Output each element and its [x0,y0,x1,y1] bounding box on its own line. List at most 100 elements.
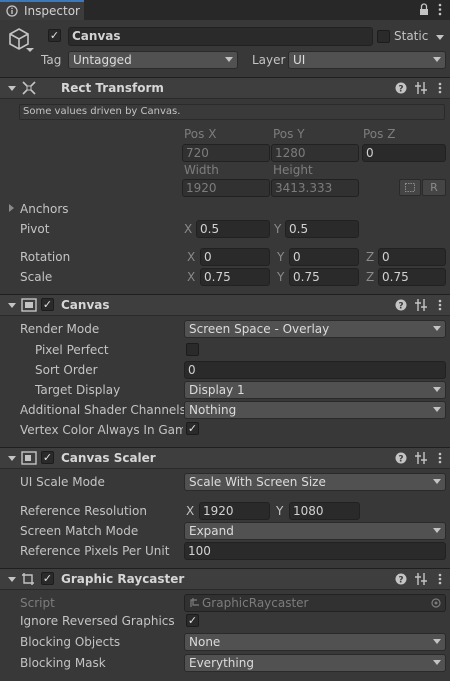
help-icon[interactable]: ? [395,452,407,464]
foldout-arrow-icon[interactable] [8,86,16,91]
raycaster-enabled-checkbox[interactable]: ✓ [41,572,54,585]
layer-label: Layer [252,53,286,67]
presets-icon[interactable] [415,82,427,94]
scale-x-field[interactable]: 0.75 [200,268,270,286]
pos-z-label: Pos Z [363,127,396,141]
script-field[interactable]: GraphicRaycaster [184,594,446,612]
layer-dropdown[interactable]: UI [288,51,446,69]
help-icon[interactable]: ? [395,573,407,585]
scale-x-axis: X [187,270,196,284]
tag-label: Tag [41,53,62,67]
rotation-z-field[interactable]: 0 [378,248,446,266]
sort-order-label: Sort Order [35,363,98,377]
presets-icon[interactable] [415,452,427,464]
presets-icon[interactable] [415,299,427,311]
graphic-raycaster-title: Graphic Raycaster [61,572,185,586]
icon-dropdown-arrow[interactable] [26,48,34,52]
foldout-arrow-icon[interactable] [9,204,14,212]
blueprint-mode-button[interactable] [399,179,421,196]
ref-resolution-label: Reference Resolution [20,504,147,518]
more-icon[interactable] [438,299,442,311]
info-icon [6,5,18,17]
chevron-down-icon [433,387,441,392]
ui-scale-mode-dropdown[interactable]: Scale With Screen Size [184,473,446,491]
anchors-label[interactable]: Anchors [20,202,69,216]
canvas-enabled-checkbox[interactable]: ✓ [41,298,54,311]
help-icon[interactable]: ? [395,299,407,311]
canvas-scaler-icon [21,451,37,465]
blueprint-icon [405,183,415,192]
shader-channels-value: Nothing [189,403,237,417]
vertex-color-label: Vertex Color Always In Gamm [20,423,183,437]
chevron-down-icon [225,57,233,62]
scale-z-axis: Z [366,270,375,284]
pivot-y-field[interactable]: 0.5 [285,220,359,238]
width-field[interactable]: 1920 [182,179,270,197]
ui-scale-mode-label: UI Scale Mode [20,475,105,489]
chevron-down-icon [433,326,441,331]
object-name-input[interactable]: Canvas [68,27,373,46]
static-label: Static [394,29,429,43]
chevron-down-icon [433,57,441,62]
render-mode-value: Screen Space - Overlay [189,322,330,336]
canvas-scaler-enabled-checkbox[interactable]: ✓ [41,451,54,464]
pos-x-field[interactable]: 720 [182,144,270,162]
lock-icon[interactable] [419,3,429,16]
blocking-mask-dropdown[interactable]: Everything [184,654,446,672]
more-icon[interactable] [438,573,442,585]
scale-z-field[interactable]: 0.75 [378,268,446,286]
vertex-color-checkbox[interactable]: ✓ [186,422,199,435]
blocking-mask-label: Blocking Mask [20,656,106,670]
ref-x-axis: X [186,504,195,518]
chevron-down-icon [433,528,441,533]
foldout-arrow-icon[interactable] [8,577,16,582]
pos-y-label: Pos Y [273,127,305,141]
object-picker-icon[interactable] [431,598,441,608]
shader-channels-dropdown[interactable]: Nothing [184,401,446,419]
tab-inspector[interactable]: Inspector [0,0,84,20]
tab-label: Inspector [24,4,80,18]
canvas-icon [21,298,37,312]
height-field[interactable]: 3413.333 [271,179,359,197]
target-display-dropdown[interactable]: Display 1 [184,381,446,399]
ref-ppu-field[interactable]: 100 [184,542,446,560]
pos-z-field[interactable]: 0 [362,144,446,162]
help-icon[interactable]: ? [395,82,407,94]
render-mode-dropdown[interactable]: Screen Space - Overlay [184,320,446,338]
pivot-x-field[interactable]: 0.5 [196,220,270,238]
scale-y-field[interactable]: 0.75 [289,268,359,286]
pixel-perfect-checkbox[interactable] [186,343,199,356]
script-icon [190,598,199,607]
more-icon[interactable] [438,452,442,464]
pos-y-field[interactable]: 1280 [271,144,359,162]
ref-resolution-y-field[interactable]: 1080 [289,502,360,520]
rot-y-axis: Y [277,250,285,264]
chevron-down-icon [433,639,441,644]
ref-ppu-label: Reference Pixels Per Unit [20,544,170,558]
rot-z-axis: Z [366,250,375,264]
presets-icon[interactable] [415,573,427,585]
foldout-arrow-icon[interactable] [8,303,16,308]
ref-resolution-x-field[interactable]: 1920 [199,502,270,520]
blocking-objects-dropdown[interactable]: None [184,633,446,651]
more-icon[interactable] [438,3,442,16]
ignore-reversed-checkbox[interactable]: ✓ [186,614,199,627]
pixel-perfect-label: Pixel Perfect [35,343,109,357]
static-checkbox[interactable] [377,30,390,43]
raw-edit-button[interactable]: R [422,179,446,196]
more-icon[interactable] [438,82,442,94]
rotation-x-field[interactable]: 0 [200,248,270,266]
blocking-objects-value: None [189,635,221,649]
active-checkbox[interactable]: ✓ [48,29,61,42]
foldout-arrow-icon[interactable] [8,456,16,461]
pos-x-label: Pos X [184,127,217,141]
static-dropdown-arrow[interactable] [436,35,444,40]
rect-transform-title: Rect Transform [61,81,164,95]
script-label: Script [20,596,55,610]
tag-dropdown[interactable]: Untagged [68,51,238,69]
match-mode-label: Screen Match Mode [20,524,139,538]
rotation-y-field[interactable]: 0 [289,248,359,266]
render-mode-label: Render Mode [20,322,100,336]
sort-order-field[interactable]: 0 [184,361,446,379]
match-mode-dropdown[interactable]: Expand [184,522,446,540]
